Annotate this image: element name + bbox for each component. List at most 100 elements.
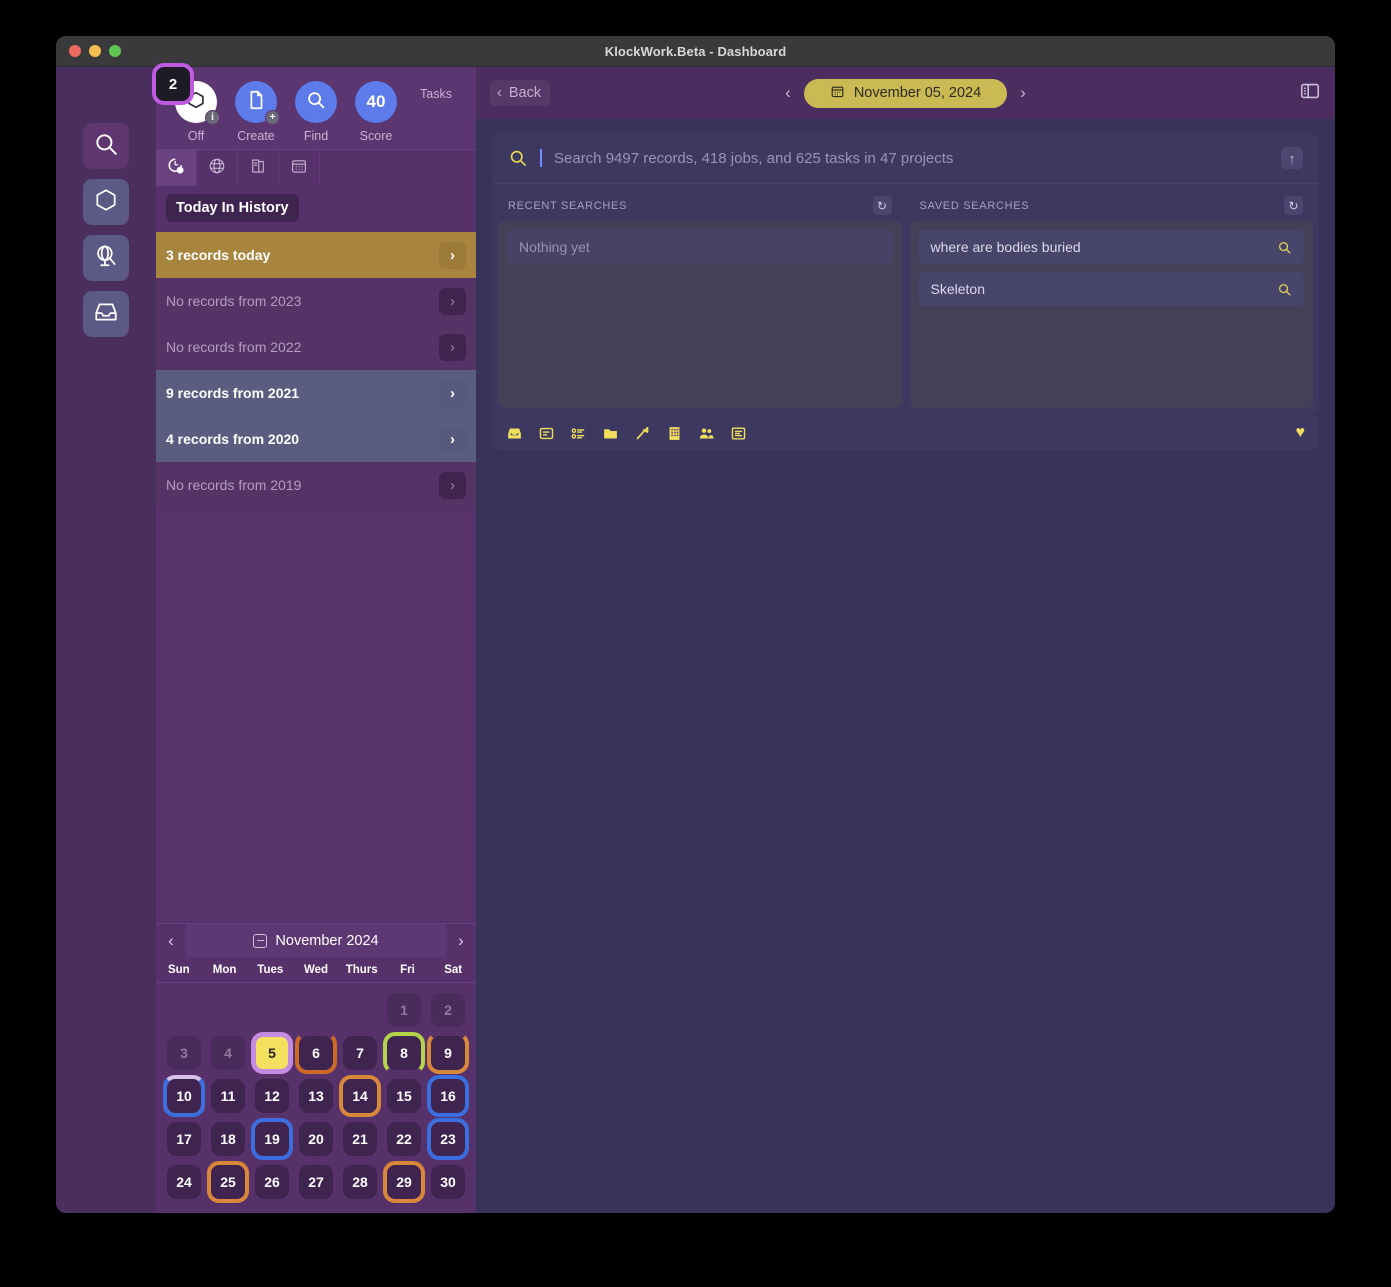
calendar-day-30[interactable]: 30 — [431, 1165, 465, 1199]
refresh-recent-button[interactable]: ↻ — [872, 196, 892, 215]
calendar-day-13[interactable]: 13 — [299, 1079, 333, 1113]
search-submit-button[interactable]: ↑ — [1281, 147, 1303, 169]
back-button[interactable]: ‹ Back — [490, 80, 551, 106]
calendar-day-21[interactable]: 21 — [343, 1122, 377, 1156]
prev-day-button[interactable]: ‹ — [782, 83, 794, 103]
folder-icon[interactable] — [602, 425, 619, 442]
calendar-month-button[interactable]: November 2024 — [186, 924, 446, 957]
calendar-day-27[interactable]: 27 — [299, 1165, 333, 1199]
calendar-day-1[interactable]: 1 — [387, 993, 421, 1027]
note-card-icon[interactable] — [538, 425, 555, 442]
calendar-day-10[interactable]: 10 — [163, 1075, 205, 1117]
tab-calendar[interactable] — [279, 150, 320, 186]
record-row-label: 9 records from 2021 — [166, 385, 300, 401]
calendar-prev-button[interactable]: ‹ — [156, 931, 186, 951]
magnifier-icon[interactable] — [1277, 282, 1292, 297]
record-row-2019[interactable]: No records from 2019 › — [156, 462, 476, 508]
inbox-icon[interactable] — [506, 425, 523, 442]
quick-action-off[interactable]: i Off — [169, 81, 223, 143]
calendar-day-26[interactable]: 26 — [255, 1165, 289, 1199]
chevron-right-icon[interactable]: › — [439, 287, 466, 315]
calendar-day-6[interactable]: 6 — [295, 1032, 337, 1074]
calendar-next-button[interactable]: › — [446, 931, 476, 951]
calendar-day-5[interactable]: 5 — [251, 1032, 293, 1074]
calendar-day-3[interactable]: 3 — [167, 1036, 201, 1070]
rail-item-inbox[interactable] — [83, 291, 129, 337]
tab-notes[interactable] — [238, 150, 279, 186]
document-icon — [245, 89, 267, 116]
record-row-2023[interactable]: No records from 2023 › — [156, 278, 476, 324]
calendar-day-blank — [299, 993, 333, 1027]
hammer-icon[interactable] — [634, 425, 651, 442]
list-item[interactable]: where are bodies buried — [918, 230, 1304, 264]
calendar-day-19[interactable]: 19 — [251, 1118, 293, 1160]
refresh-saved-button[interactable]: ↻ — [1284, 196, 1303, 215]
calendar-day-28[interactable]: 28 — [343, 1165, 377, 1199]
find-circle — [295, 81, 337, 123]
quick-action-score[interactable]: 40 Score — [349, 81, 403, 143]
quick-action-tasks[interactable]: 2 Tasks — [152, 63, 463, 143]
people-icon[interactable] — [698, 425, 715, 442]
record-row-today[interactable]: 3 records today › — [156, 232, 476, 278]
tab-globe[interactable] — [197, 150, 238, 186]
calendar-day-25[interactable]: 25 — [207, 1161, 249, 1203]
search-bar[interactable]: ↑ — [492, 133, 1319, 184]
chevron-right-icon[interactable]: › — [439, 471, 466, 499]
next-day-button[interactable]: › — [1017, 83, 1029, 103]
current-date-pill[interactable]: November 05, 2024 — [803, 78, 1008, 108]
record-row-label: 4 records from 2020 — [166, 431, 300, 447]
calendar-day-label: 27 — [308, 1174, 324, 1190]
calendar-day-9[interactable]: 9 — [427, 1032, 469, 1074]
calendar-day-2[interactable]: 2 — [431, 993, 465, 1027]
calendar-day-label: 5 — [268, 1045, 276, 1061]
calendar-day-16[interactable]: 16 — [427, 1075, 469, 1117]
quick-action-label: Find — [303, 129, 329, 143]
calendar-day-14[interactable]: 14 — [339, 1075, 381, 1117]
calendar-day-18[interactable]: 18 — [211, 1122, 245, 1156]
collapse-icon — [253, 933, 268, 948]
chevron-right-icon[interactable]: › — [439, 241, 466, 269]
record-row-2020[interactable]: 4 records from 2020 › — [156, 416, 476, 462]
magnifier-icon[interactable] — [1277, 240, 1292, 255]
window-title: KlockWork.Beta - Dashboard — [604, 43, 787, 59]
list-item[interactable]: Skeleton — [918, 272, 1304, 306]
chevron-left-icon: ‹ — [497, 85, 502, 101]
calendar-day-4[interactable]: 4 — [211, 1036, 245, 1070]
tab-today-in-history[interactable] — [156, 150, 197, 186]
main-panel: ‹ Back ‹ November 05, 2024 › Search 9497… — [476, 67, 1335, 1213]
building-icon[interactable] — [666, 425, 683, 442]
calendar-day-24[interactable]: 24 — [167, 1165, 201, 1199]
today-in-history-header: Today In History — [156, 186, 476, 232]
calendar-day-20[interactable]: 20 — [299, 1122, 333, 1156]
calendar-day-29[interactable]: 29 — [383, 1161, 425, 1203]
calendar-day-label: 13 — [308, 1088, 324, 1104]
quick-action-create[interactable]: + Create — [229, 81, 283, 143]
chevron-right-icon[interactable]: › — [439, 333, 466, 361]
recent-searches-list: Nothing yet — [498, 221, 902, 408]
list-item[interactable]: Nothing yet — [507, 230, 893, 264]
inbox-tray-icon — [93, 299, 119, 330]
list-icon[interactable] — [730, 425, 747, 442]
calendar-day-17[interactable]: 17 — [167, 1122, 201, 1156]
quick-action-find[interactable]: Find — [289, 81, 343, 143]
heart-icon[interactable]: ♥ — [1296, 424, 1306, 442]
calendar-day-11[interactable]: 11 — [211, 1079, 245, 1113]
calendar-day-15[interactable]: 15 — [387, 1079, 421, 1113]
search-input[interactable] — [554, 149, 1269, 167]
calendar-day-label: 16 — [440, 1088, 456, 1104]
sidebar-toggle-button[interactable] — [1299, 80, 1321, 107]
chevron-right-icon[interactable]: › — [439, 379, 466, 407]
calendar-day-22[interactable]: 22 — [387, 1122, 421, 1156]
chevron-right-icon[interactable]: › — [439, 425, 466, 453]
calendar-day-label: 15 — [396, 1088, 412, 1104]
calendar-day-23[interactable]: 23 — [427, 1118, 469, 1160]
calendar-day-7[interactable]: 7 — [343, 1036, 377, 1070]
rail-item-hexagon[interactable] — [83, 179, 129, 225]
calendar-day-12[interactable]: 12 — [255, 1079, 289, 1113]
checklist-icon[interactable] — [570, 425, 587, 442]
calendar-day-8[interactable]: 8 — [383, 1032, 425, 1074]
record-row-2021[interactable]: 9 records from 2021 › — [156, 370, 476, 416]
rail-item-search[interactable] — [83, 123, 129, 169]
record-row-2022[interactable]: No records from 2022 › — [156, 324, 476, 370]
rail-item-explore[interactable] — [83, 235, 129, 281]
